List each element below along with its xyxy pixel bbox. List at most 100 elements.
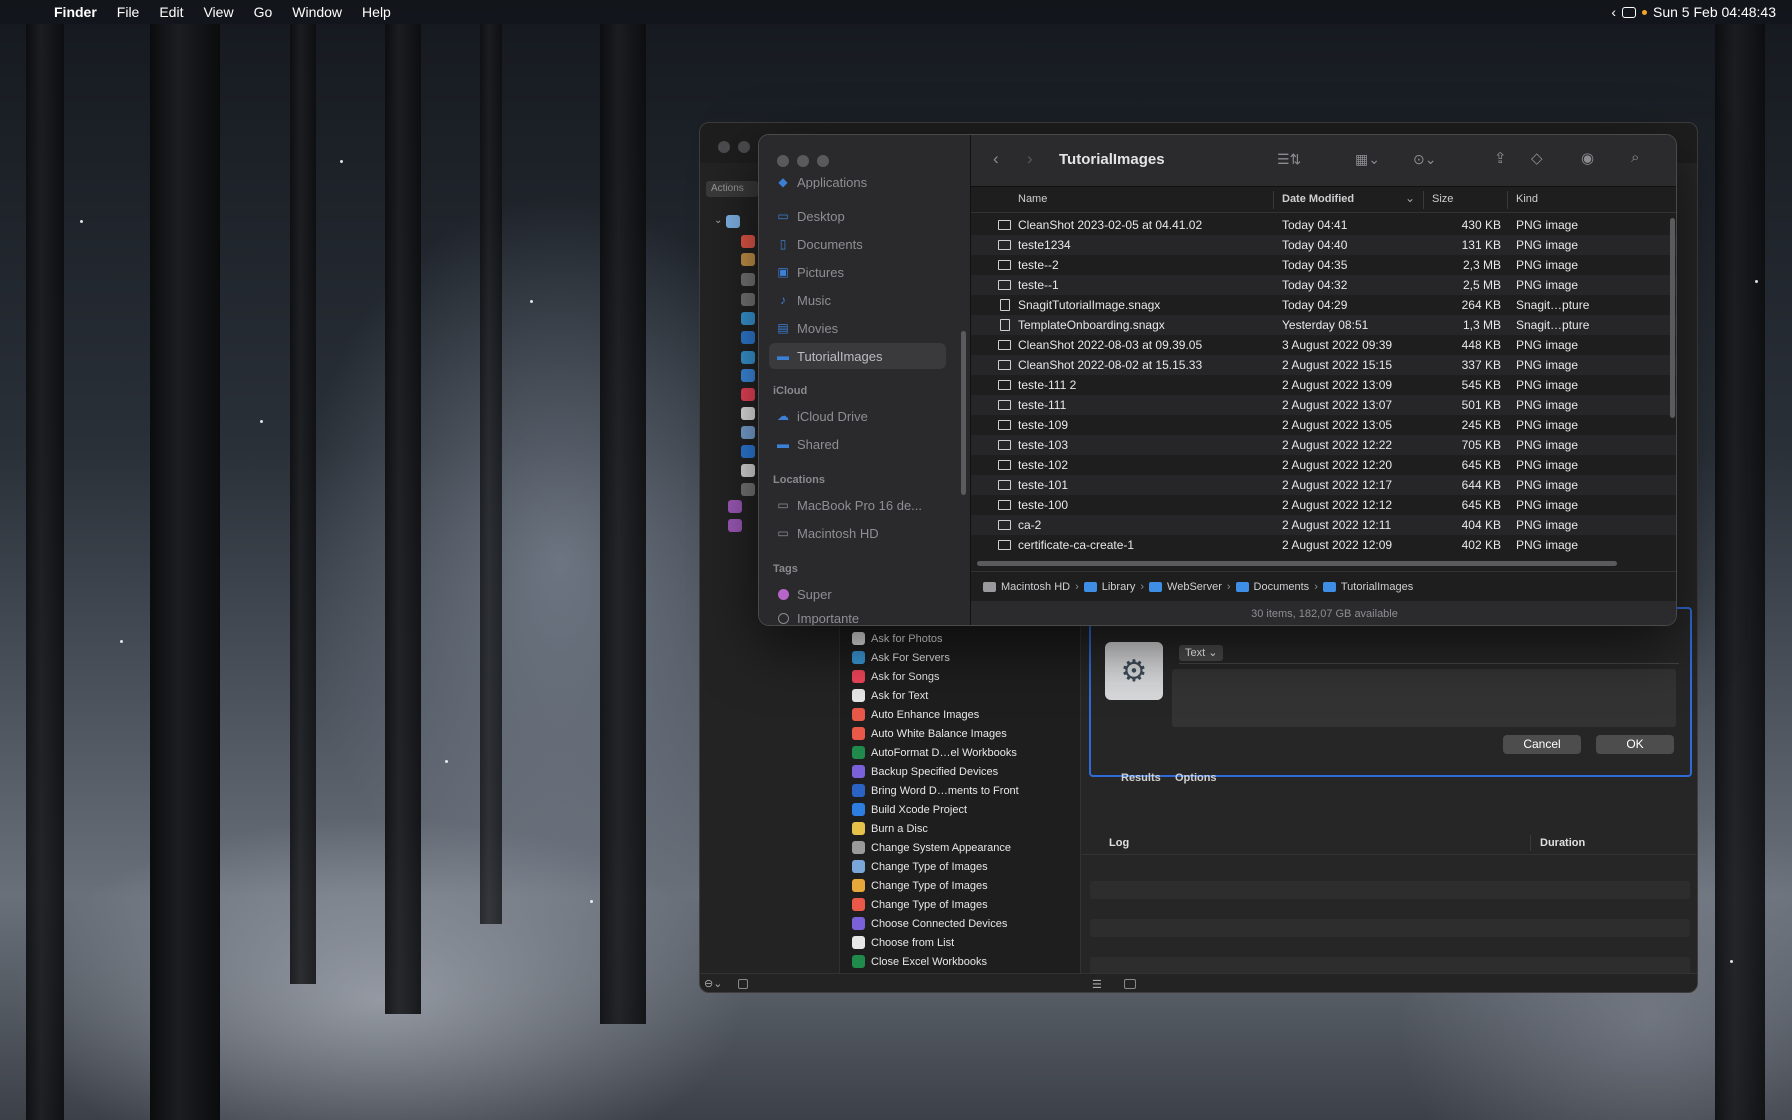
automator-close-button[interactable] bbox=[718, 141, 730, 153]
file-row[interactable]: CleanShot 2022-08-03 at 09.39.05 3 August… bbox=[971, 335, 1676, 355]
action-item[interactable]: Change Type of Images bbox=[848, 895, 1058, 914]
action-item[interactable]: Auto Enhance Images bbox=[848, 705, 1058, 724]
action-item[interactable]: Ask for Text bbox=[848, 686, 1058, 705]
action-item[interactable]: Change System Appearance bbox=[848, 838, 1058, 857]
horizontal-scrollbar[interactable] bbox=[977, 561, 1617, 566]
chevron-left-icon[interactable]: ‹ bbox=[1611, 4, 1616, 20]
action-item[interactable]: Ask for Songs bbox=[848, 667, 1058, 686]
path-item[interactable]: TutorialImages bbox=[1341, 581, 1413, 593]
close-button[interactable] bbox=[777, 155, 789, 167]
sort-chevron-down-icon[interactable]: ⌄ bbox=[1405, 191, 1415, 205]
actions-tab[interactable]: Actions bbox=[706, 181, 758, 197]
list-view-icon[interactable]: ☰⇅ bbox=[1277, 151, 1301, 168]
file-row[interactable]: teste--2 Today 04:35 2,3 MB PNG image bbox=[971, 255, 1676, 275]
tab-options[interactable]: Options bbox=[1175, 772, 1217, 784]
list-view-icon[interactable]: ☰ bbox=[1092, 978, 1102, 991]
split-view-icon[interactable] bbox=[1124, 979, 1136, 989]
file-row[interactable]: teste-109 2 August 2022 13:05 245 KB PNG im… bbox=[971, 415, 1676, 435]
path-item[interactable]: WebServer bbox=[1167, 581, 1222, 593]
action-item[interactable]: Ask for Photos bbox=[848, 629, 1058, 648]
duration-column[interactable]: Duration bbox=[1540, 837, 1585, 849]
music-icon[interactable] bbox=[741, 388, 755, 401]
menu-view[interactable]: View bbox=[193, 4, 243, 20]
forward-chevron-icon[interactable]: › bbox=[1027, 149, 1033, 169]
action-item[interactable]: Auto White Balance Images bbox=[848, 724, 1058, 743]
group-view-icon[interactable]: ▦⌄ bbox=[1355, 151, 1380, 168]
developer-icon[interactable] bbox=[741, 273, 755, 286]
disclosure-chevron-icon[interactable]: ⌄ bbox=[714, 215, 722, 226]
file-row[interactable]: certificate-ca-create-1 2 August 2022 12:… bbox=[971, 535, 1676, 555]
path-item[interactable]: Macintosh HD bbox=[1001, 581, 1070, 593]
control-center-icon[interactable] bbox=[1622, 6, 1636, 18]
sidebar-tag-importante[interactable]: Importante bbox=[769, 609, 946, 625]
action-item[interactable]: AutoFormat D…el Workbooks bbox=[848, 743, 1058, 762]
file-row[interactable]: teste1234 Today 04:40 131 KB PNG image bbox=[971, 235, 1676, 255]
menu-help[interactable]: Help bbox=[352, 4, 401, 20]
sidebar-item-applications[interactable]: ◆ Applications bbox=[769, 175, 946, 189]
automator-minimize-button[interactable] bbox=[738, 141, 750, 153]
file-row[interactable]: TemplateOnboarding.snagx Yesterday 08:51 1… bbox=[971, 315, 1676, 335]
minimize-button[interactable] bbox=[797, 155, 809, 167]
column-date-modified[interactable]: Date Modified bbox=[1282, 193, 1354, 205]
text-input-area[interactable] bbox=[1172, 669, 1676, 727]
file-row[interactable]: teste--1 Today 04:32 2,5 MB PNG image bbox=[971, 275, 1676, 295]
more-actions-icon[interactable]: ⊙⌄ bbox=[1413, 151, 1436, 168]
menu-edit[interactable]: Edit bbox=[149, 4, 193, 20]
action-item[interactable]: Close Excel Workbooks bbox=[848, 952, 1058, 971]
files-icon[interactable] bbox=[741, 312, 755, 325]
column-name[interactable]: Name bbox=[1018, 193, 1047, 205]
action-item[interactable]: Bring Word D…ments to Front bbox=[848, 781, 1058, 800]
action-item[interactable]: Choose from List bbox=[848, 933, 1058, 952]
search-icon[interactable]: ⌕ bbox=[1631, 149, 1639, 166]
sidebar-item-music[interactable]: ♪ Music bbox=[769, 287, 946, 313]
other-icon[interactable] bbox=[741, 483, 755, 496]
internet-icon[interactable] bbox=[741, 331, 755, 344]
column-size[interactable]: Size bbox=[1432, 193, 1453, 205]
action-menu-icon[interactable]: ⊖⌄ bbox=[704, 977, 722, 990]
column-kind[interactable]: Kind bbox=[1516, 193, 1538, 205]
library-toggle-icon[interactable] bbox=[738, 979, 748, 989]
action-item[interactable]: Build Xcode Project bbox=[848, 800, 1058, 819]
sidebar-tag-super[interactable]: Super bbox=[769, 581, 946, 607]
menu-app-finder[interactable]: Finder bbox=[52, 4, 107, 20]
action-item[interactable]: Change Type of Images bbox=[848, 876, 1058, 895]
file-row[interactable]: teste-103 2 August 2022 12:22 705 KB PNG im… bbox=[971, 435, 1676, 455]
sidebar-item-tutorialimages[interactable]: ▬ TutorialImages bbox=[769, 343, 946, 369]
mail-icon[interactable] bbox=[741, 351, 755, 364]
quick-look-eye-icon[interactable]: ◉ bbox=[1581, 149, 1594, 167]
cancel-button[interactable]: Cancel bbox=[1503, 735, 1581, 754]
tab-results[interactable]: Results bbox=[1121, 772, 1161, 784]
file-row[interactable]: teste-100 2 August 2022 12:12 645 KB PNG im… bbox=[971, 495, 1676, 515]
ok-button[interactable]: OK bbox=[1596, 735, 1674, 754]
presentations-icon[interactable] bbox=[741, 445, 755, 458]
action-item[interactable]: Change Type of Images bbox=[848, 857, 1058, 876]
file-row[interactable]: teste-102 2 August 2022 12:20 645 KB PNG im… bbox=[971, 455, 1676, 475]
file-row[interactable]: ca-2 2 August 2022 12:11 404 KB PNG image bbox=[971, 515, 1676, 535]
sidebar-item-documents[interactable]: ▯ Documents bbox=[769, 231, 946, 257]
sidebar-scrollbar[interactable] bbox=[961, 331, 966, 495]
action-item[interactable]: Backup Specified Devices bbox=[848, 762, 1058, 781]
file-row[interactable]: teste-111 2 August 2022 13:07 501 KB PNG im… bbox=[971, 395, 1676, 415]
sidebar-item-desktop[interactable]: ▭ Desktop bbox=[769, 203, 946, 229]
pdfs-icon[interactable] bbox=[741, 407, 755, 420]
file-row[interactable]: teste-101 2 August 2022 12:17 644 KB PNG im… bbox=[971, 475, 1676, 495]
sidebar-item-macintosh-hd[interactable]: ▭ Macintosh HD bbox=[769, 520, 946, 546]
ask-for-text-action-panel[interactable]: ⚙ Text ⌄ Cancel OK Results Options bbox=[1089, 607, 1692, 784]
action-item[interactable]: Burn a Disc bbox=[848, 819, 1058, 838]
share-icon[interactable]: ⇪ bbox=[1494, 149, 1507, 167]
sidebar-item-macbook[interactable]: ▭ MacBook Pro 16 de... bbox=[769, 492, 946, 518]
menu-file[interactable]: File bbox=[107, 4, 150, 20]
sidebar-item-icloud-drive[interactable]: ☁ iCloud Drive bbox=[769, 403, 946, 429]
movies-icon[interactable] bbox=[741, 369, 755, 382]
path-item[interactable]: Documents bbox=[1254, 581, 1310, 593]
file-row[interactable]: CleanShot 2022-08-02 at 15.15.33 2 August… bbox=[971, 355, 1676, 375]
tag-icon[interactable]: ◇ bbox=[1531, 149, 1543, 167]
smart-group-icon[interactable] bbox=[728, 500, 742, 513]
action-item[interactable]: Choose Connected Devices bbox=[848, 914, 1058, 933]
action-item[interactable]: Ask For Servers bbox=[848, 648, 1058, 667]
file-row[interactable]: CleanShot 2023-02-05 at 04.41.02 Today 04… bbox=[971, 215, 1676, 235]
text-icon[interactable] bbox=[741, 464, 755, 477]
zoom-button[interactable] bbox=[817, 155, 829, 167]
sidebar-item-shared[interactable]: ▬ Shared bbox=[769, 431, 946, 457]
file-row[interactable]: SnagitTutorialImage.snagx Today 04:29 264 … bbox=[971, 295, 1676, 315]
